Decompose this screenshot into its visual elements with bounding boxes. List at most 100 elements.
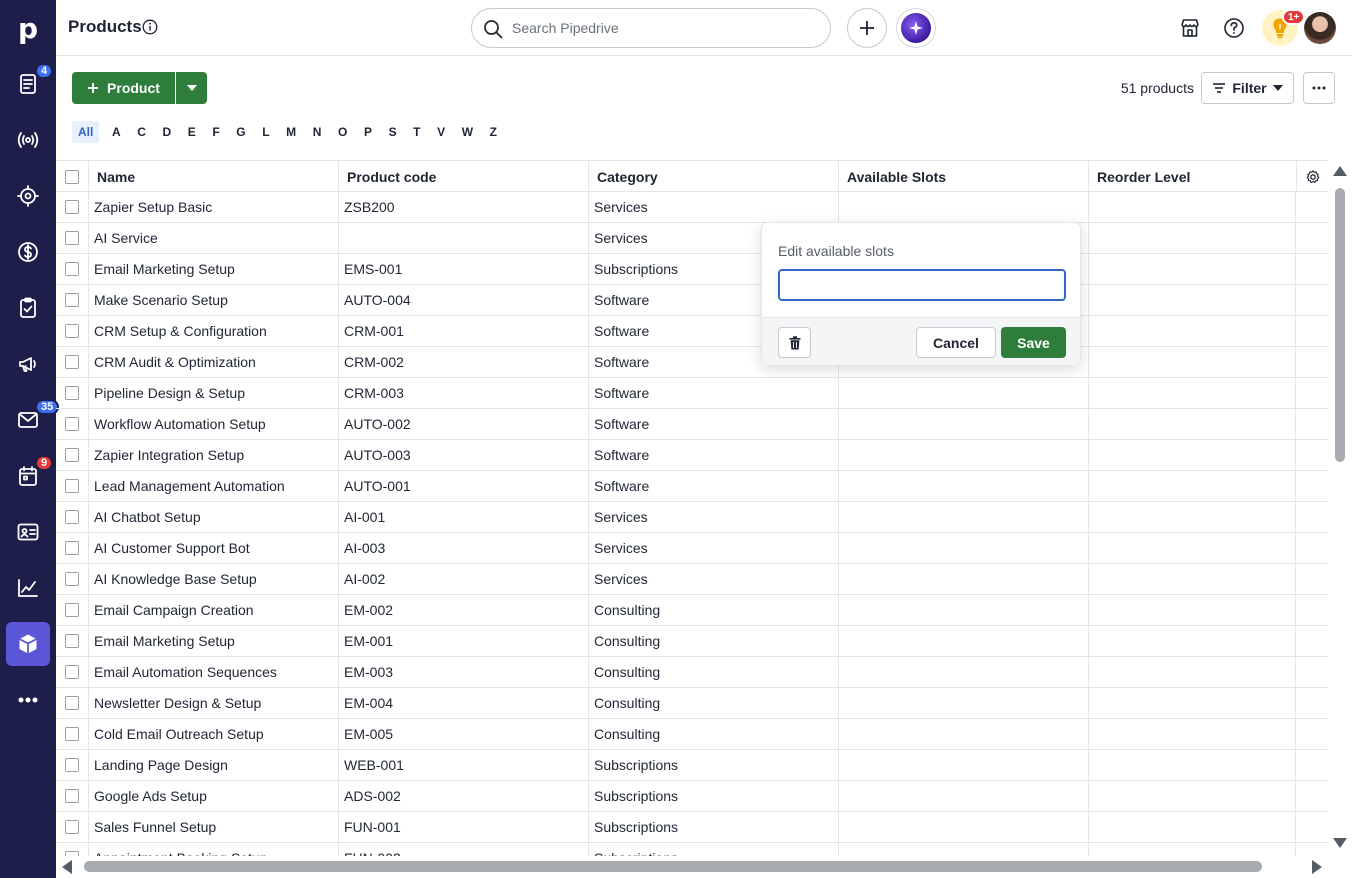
cell-reorder-level[interactable] <box>1089 657 1296 687</box>
cell-category[interactable]: Services <box>589 192 839 222</box>
cell-product-code[interactable]: EM-001 <box>339 626 589 656</box>
cell-product-code[interactable]: ZSB200 <box>339 192 589 222</box>
table-row[interactable]: Zapier Integration Setup AUTO-003 Software <box>56 440 1328 471</box>
row-checkbox[interactable] <box>65 758 79 772</box>
cell-name[interactable]: Sales Funnel Setup <box>89 812 339 842</box>
table-row[interactable]: Email Automation Sequences EM-003 Consulti… <box>56 657 1328 688</box>
alphabet-filter-all[interactable]: All <box>72 121 100 143</box>
cell-name[interactable]: Pipeline Design & Setup <box>89 378 339 408</box>
cell-product-code[interactable]: AI-003 <box>339 533 589 563</box>
alphabet-filter-m[interactable]: M <box>282 121 300 143</box>
cell-reorder-level[interactable] <box>1089 192 1296 222</box>
table-row[interactable]: AI Knowledge Base Setup AI-002 Services <box>56 564 1328 595</box>
cell-available-slots[interactable] <box>839 533 1089 563</box>
cell-name[interactable]: Cold Email Outreach Setup <box>89 719 339 749</box>
cell-category[interactable]: Software <box>589 409 839 439</box>
cell-reorder-level[interactable] <box>1089 254 1296 284</box>
sidebar-item-leads[interactable]: 4 <box>0 60 56 108</box>
vertical-scroll-thumb[interactable] <box>1335 188 1345 462</box>
search-input[interactable] <box>512 18 812 38</box>
cell-name[interactable]: Email Campaign Creation <box>89 595 339 625</box>
cell-name[interactable]: CRM Setup & Configuration <box>89 316 339 346</box>
cell-product-code[interactable]: AI-001 <box>339 502 589 532</box>
clear-value-button[interactable] <box>778 327 811 358</box>
alphabet-filter-g[interactable]: G <box>232 121 249 143</box>
cell-available-slots[interactable] <box>839 626 1089 656</box>
sidebar-item-calendar[interactable]: 9 <box>0 452 56 500</box>
cell-reorder-level[interactable] <box>1089 533 1296 563</box>
vertical-scrollbar[interactable] <box>1330 160 1352 856</box>
cell-product-code[interactable]: AUTO-001 <box>339 471 589 501</box>
cell-product-code[interactable]: EM-003 <box>339 657 589 687</box>
cell-name[interactable]: Make Scenario Setup <box>89 285 339 315</box>
row-checkbox[interactable] <box>65 634 79 648</box>
cell-product-code[interactable]: EM-002 <box>339 595 589 625</box>
cell-category[interactable]: Software <box>589 471 839 501</box>
filter-button[interactable]: Filter <box>1201 72 1294 104</box>
cell-name[interactable]: AI Chatbot Setup <box>89 502 339 532</box>
cell-available-slots[interactable] <box>839 471 1089 501</box>
cell-category[interactable]: Software <box>589 440 839 470</box>
help-icon[interactable] <box>1220 14 1248 42</box>
column-header-category[interactable]: Category <box>589 161 839 192</box>
row-checkbox[interactable] <box>65 355 79 369</box>
cell-reorder-level[interactable] <box>1089 471 1296 501</box>
row-checkbox[interactable] <box>65 541 79 555</box>
horizontal-scrollbar[interactable] <box>56 856 1352 878</box>
cell-available-slots[interactable] <box>839 812 1089 842</box>
alphabet-filter-l[interactable]: L <box>258 121 273 143</box>
column-header-name[interactable]: Name <box>89 161 339 192</box>
cell-category[interactable]: Consulting <box>589 657 839 687</box>
column-header-reorder-level[interactable]: Reorder Level <box>1089 161 1296 192</box>
save-button[interactable]: Save <box>1001 327 1066 358</box>
cell-reorder-level[interactable] <box>1089 688 1296 718</box>
sidebar-item-campaigns-radio[interactable] <box>0 116 56 164</box>
cell-product-code[interactable]: FUN-002 <box>339 843 589 856</box>
cell-category[interactable]: Subscriptions <box>589 750 839 780</box>
table-row[interactable]: Email Marketing Setup EMS-001 Subscription… <box>56 254 1328 285</box>
cell-product-code[interactable] <box>339 223 589 253</box>
row-checkbox[interactable] <box>65 696 79 710</box>
sidebar-item-campaigns[interactable] <box>0 340 56 388</box>
avatar[interactable] <box>1304 12 1336 44</box>
cell-available-slots[interactable] <box>839 781 1089 811</box>
scroll-down-arrow-icon[interactable] <box>1333 838 1347 848</box>
cell-name[interactable]: Email Marketing Setup <box>89 254 339 284</box>
cell-available-slots[interactable] <box>839 750 1089 780</box>
column-header-product-code[interactable]: Product code <box>339 161 589 192</box>
cell-reorder-level[interactable] <box>1089 409 1296 439</box>
cell-product-code[interactable]: EM-004 <box>339 688 589 718</box>
row-checkbox[interactable] <box>65 231 79 245</box>
cell-reorder-level[interactable] <box>1089 750 1296 780</box>
scroll-right-arrow-icon[interactable] <box>1312 860 1322 874</box>
table-row[interactable]: Google Ads Setup ADS-002 Subscriptions <box>56 781 1328 812</box>
cell-reorder-level[interactable] <box>1089 781 1296 811</box>
cell-name[interactable]: Landing Page Design <box>89 750 339 780</box>
cell-product-code[interactable]: EMS-001 <box>339 254 589 284</box>
column-settings-button[interactable] <box>1296 161 1328 192</box>
table-row[interactable]: Make Scenario Setup AUTO-004 Software <box>56 285 1328 316</box>
cell-category[interactable]: Subscriptions <box>589 843 839 856</box>
alphabet-filter-e[interactable]: E <box>184 121 200 143</box>
cell-product-code[interactable]: CRM-002 <box>339 347 589 377</box>
cell-name[interactable]: AI Customer Support Bot <box>89 533 339 563</box>
add-product-button[interactable]: Product <box>72 72 175 104</box>
cell-available-slots[interactable] <box>839 843 1089 856</box>
table-row[interactable]: Email Marketing Setup EM-001 Consulting <box>56 626 1328 657</box>
cell-product-code[interactable]: AI-002 <box>339 564 589 594</box>
table-row[interactable]: Email Campaign Creation EM-002 Consulting <box>56 595 1328 626</box>
table-row[interactable]: Appointment Booking SetupFUN-002Subscrip… <box>56 843 1328 856</box>
alphabet-filter-s[interactable]: S <box>385 121 401 143</box>
table-row[interactable]: Sales Funnel Setup FUN-001 Subscriptions <box>56 812 1328 843</box>
quick-add-button[interactable] <box>847 8 887 48</box>
cell-name[interactable]: AI Knowledge Base Setup <box>89 564 339 594</box>
alphabet-filter-v[interactable]: V <box>433 121 449 143</box>
cell-reorder-level[interactable] <box>1089 843 1296 856</box>
cell-product-code[interactable]: CRM-001 <box>339 316 589 346</box>
row-checkbox[interactable] <box>65 200 79 214</box>
cell-available-slots[interactable] <box>839 719 1089 749</box>
table-row[interactable]: Lead Management Automation AUTO-001 Softwa… <box>56 471 1328 502</box>
row-checkbox[interactable] <box>65 820 79 834</box>
cell-name[interactable]: Lead Management Automation <box>89 471 339 501</box>
cell-reorder-level[interactable] <box>1089 347 1296 377</box>
